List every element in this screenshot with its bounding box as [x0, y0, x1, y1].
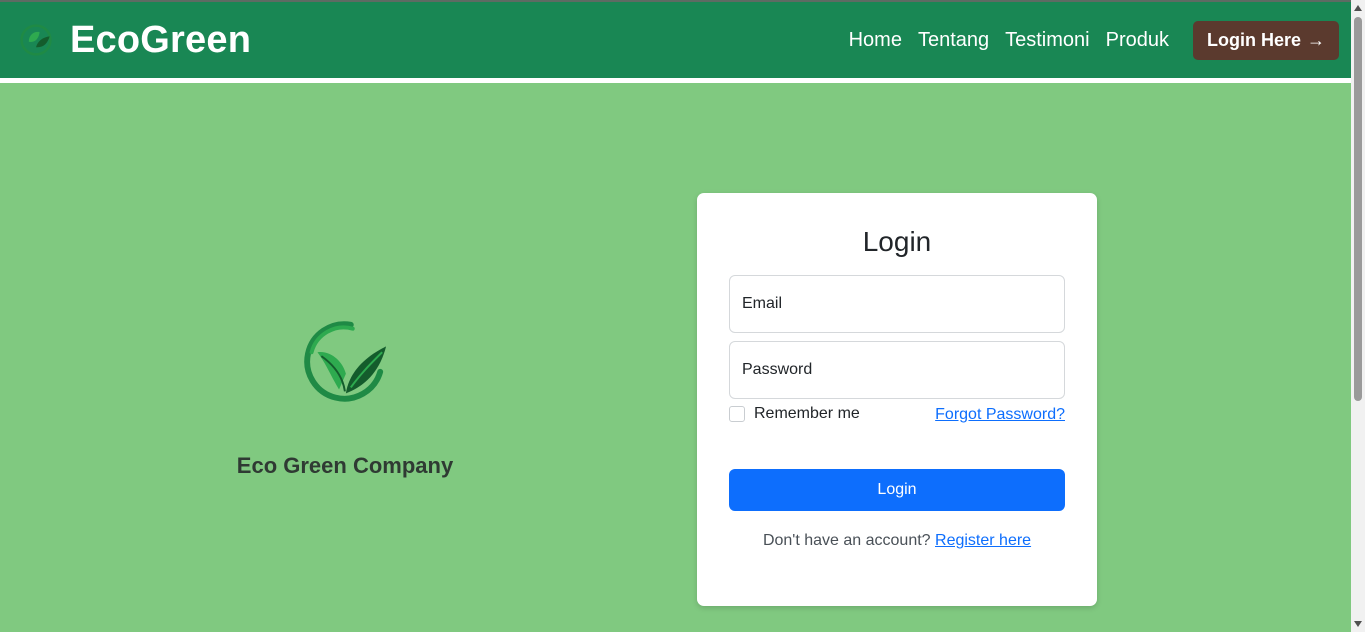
- brand[interactable]: EcoGreen: [18, 19, 251, 62]
- login-card: Login Remember me Forgot Password? Login…: [697, 193, 1097, 606]
- nav-link-produk[interactable]: Produk: [1106, 29, 1169, 52]
- register-link[interactable]: Register here: [935, 532, 1031, 549]
- remember-label: Remember me: [754, 405, 860, 422]
- nav-links: Home Tentang Testimoni Produk Login Here…: [849, 20, 1339, 60]
- nav-link-tentang[interactable]: Tentang: [918, 29, 989, 52]
- navbar: EcoGreen Home Tentang Testimoni Produk L…: [0, 0, 1351, 78]
- email-input[interactable]: [742, 295, 1052, 313]
- remember-me[interactable]: Remember me: [729, 405, 860, 423]
- nav-link-home[interactable]: Home: [849, 29, 902, 52]
- login-here-label: Login Here: [1206, 29, 1301, 50]
- register-text: Don't have an account?: [762, 532, 931, 549]
- password-input[interactable]: [742, 361, 1052, 379]
- vertical-scrollbar[interactable]: [1351, 0, 1365, 632]
- scroll-up-icon[interactable]: [1354, 5, 1362, 11]
- scrollbar-thumb[interactable]: [1354, 17, 1362, 401]
- brand-name: EcoGreen: [70, 18, 252, 61]
- arrow-right-icon: →: [1307, 29, 1325, 50]
- remember-checkbox[interactable]: [729, 406, 745, 422]
- main-section: Eco Green Company Login Remember me Forg…: [0, 83, 1351, 632]
- email-field[interactable]: [729, 275, 1065, 333]
- login-button[interactable]: Login: [729, 469, 1065, 511]
- nav-link-testimoni[interactable]: Testimoni: [1005, 29, 1089, 52]
- company-name: Eco Green Company: [236, 453, 454, 478]
- company-logo-icon: [304, 321, 387, 402]
- register-prompt: Don't have an account? Register here: [697, 532, 1097, 550]
- password-field[interactable]: [729, 341, 1065, 399]
- scroll-down-icon[interactable]: [1354, 621, 1362, 627]
- login-here-button[interactable]: Login Here →: [1192, 20, 1339, 60]
- login-title: Login: [862, 226, 932, 257]
- leaf-logo-icon: [20, 24, 52, 56]
- forgot-password-link[interactable]: Forgot Password?: [935, 406, 1065, 424]
